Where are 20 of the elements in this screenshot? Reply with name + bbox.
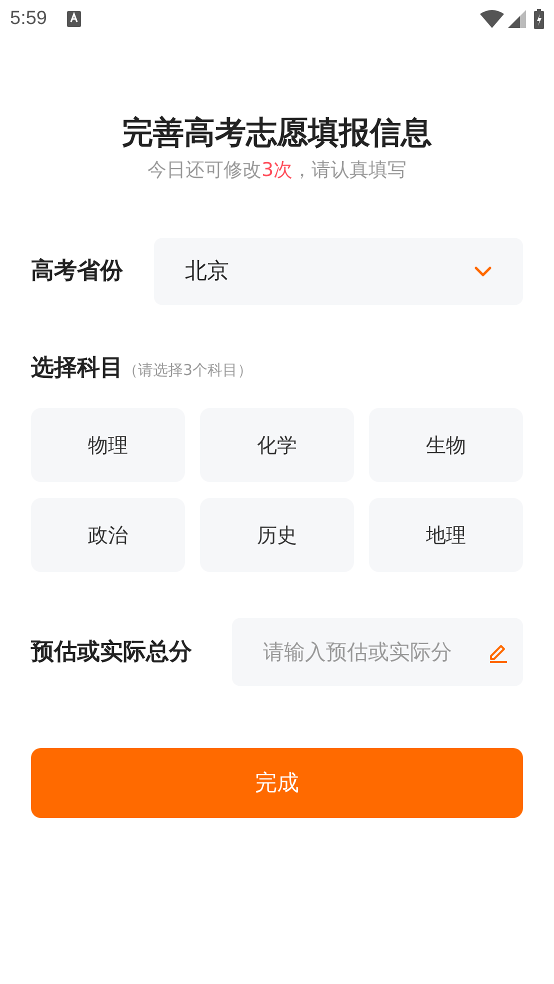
subject-option[interactable]: 政治 xyxy=(31,498,185,572)
subtitle: 今日还可修改3次，请认真填写 xyxy=(147,158,407,183)
score-label: 预估或实际总分 xyxy=(31,638,193,667)
signal-icon xyxy=(508,10,526,28)
keyboard-icon xyxy=(66,11,81,27)
province-label: 高考省份 xyxy=(31,256,124,286)
wifi-icon xyxy=(480,10,504,28)
page-title: 完善高考志愿填报信息 xyxy=(122,114,432,153)
subject-option[interactable]: 化学 xyxy=(200,408,354,482)
section-hint: （请选择3个科目） xyxy=(123,360,253,380)
score-input-field[interactable]: 请输入预估或实际分 xyxy=(232,618,523,686)
chevron-down-icon xyxy=(474,266,492,276)
subject-option[interactable]: 物理 xyxy=(31,408,185,482)
subject-option[interactable]: 历史 xyxy=(200,498,354,572)
subject-option[interactable]: 生物 xyxy=(369,408,523,482)
section-title: 选择科目 xyxy=(31,354,123,382)
battery-icon xyxy=(534,9,544,29)
province-select[interactable]: 北京 xyxy=(154,238,523,304)
subject-option[interactable]: 地理 xyxy=(369,498,523,572)
clock: 5:59 xyxy=(10,6,47,31)
